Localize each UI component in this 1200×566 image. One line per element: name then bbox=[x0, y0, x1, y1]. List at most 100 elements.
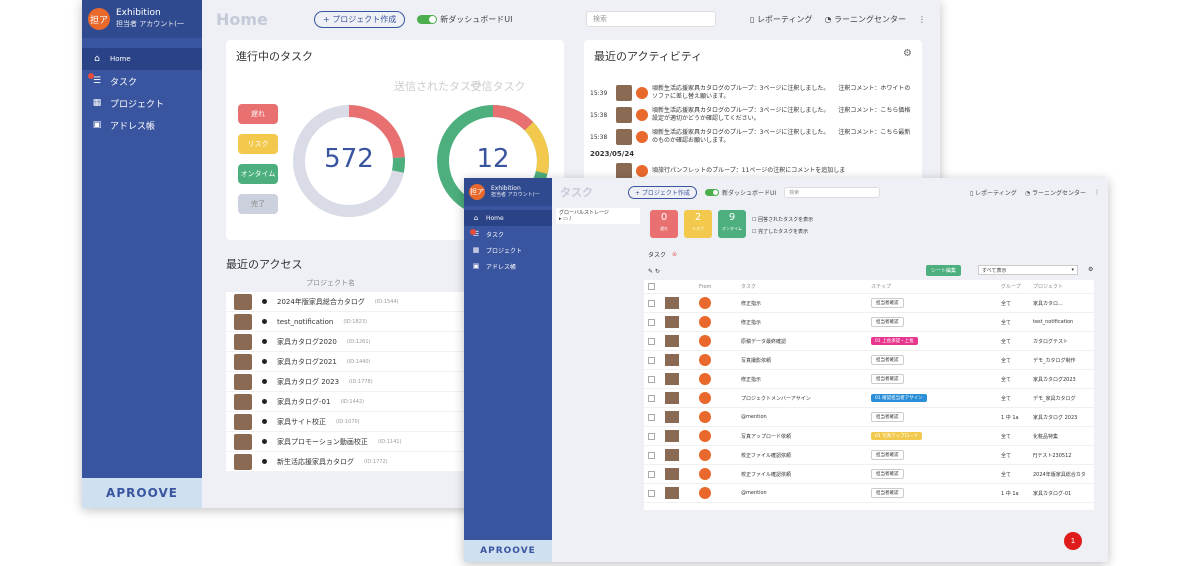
row-checkbox[interactable] bbox=[648, 470, 655, 478]
row-checkbox[interactable] bbox=[648, 451, 655, 459]
toggle-switch[interactable] bbox=[417, 14, 438, 24]
activity-list: 15:39 頃新生活応援家具カタログのプループ：3ページに注釈しました。 注釈コメ… bbox=[584, 82, 922, 182]
sheet-edit-button[interactable]: シート編集 bbox=[926, 265, 962, 276]
more-menu-icon[interactable]: ⋮ bbox=[918, 15, 926, 24]
account-switcher[interactable]: 担ア Exhibition 担当者 アカウント(一 bbox=[82, 0, 202, 38]
add-task-icon[interactable]: ⊕ bbox=[672, 251, 677, 258]
thumbnail bbox=[234, 353, 252, 370]
reporting-link[interactable]: ▯ レポーティング bbox=[970, 188, 1017, 197]
create-project-button[interactable]: + プロジェクト作成 bbox=[314, 10, 406, 28]
activity-card: 最近のアクティビティ ⚙ 15:39 頃新生活応援家具カタログのプループ：3ページ… bbox=[584, 40, 922, 190]
sidebar-item-label: アドレス帳 bbox=[110, 121, 156, 132]
filter-select[interactable]: すべて表示 ▾ bbox=[978, 265, 1078, 275]
counter-0[interactable]: 0 遅れ bbox=[650, 210, 678, 238]
table-row[interactable]: 修正指示 担当者確認 全て 家具カタログ2023 bbox=[644, 370, 1094, 389]
sidebar-item-3[interactable]: ▣ アドレス帳 bbox=[464, 258, 552, 274]
sidebar-item-2[interactable]: ▦ プロジェクト bbox=[82, 92, 202, 114]
sidebar-item-2[interactable]: ▦ プロジェクト bbox=[464, 242, 552, 258]
row-checkbox[interactable] bbox=[648, 318, 655, 326]
table-row[interactable]: プロジェクトメンバーアサイン 01 確認担当者アサイン 全て デモ_家具カタログ bbox=[644, 389, 1094, 408]
group-cell: 全て bbox=[1001, 452, 1012, 459]
bullet bbox=[262, 419, 267, 424]
reporting-link[interactable]: ▯ レポーティング bbox=[750, 14, 812, 25]
edit-refresh-icons[interactable]: ✎ ↻ bbox=[648, 268, 660, 275]
search-input[interactable]: 検索 bbox=[784, 186, 881, 198]
table-row[interactable]: 写真撮影依頼 担当者確認 全て デモ_カタログ制作 bbox=[644, 351, 1094, 370]
account-switcher[interactable]: 担ア Exhibition 担当者 アカウント(一 bbox=[464, 178, 552, 206]
table-row[interactable]: @mention 担当者確認 1 中 1a 家具カタログ-01 bbox=[644, 484, 1094, 503]
chevron-down-icon: ▾ bbox=[1071, 267, 1074, 273]
from-avatar bbox=[699, 316, 711, 328]
task-section-title: タスク bbox=[648, 252, 667, 259]
toggle-label: 新ダッシュボードUI bbox=[440, 14, 513, 24]
row-checkbox[interactable] bbox=[648, 432, 655, 440]
from-avatar bbox=[699, 468, 711, 480]
tree-child[interactable]: ▸ ▭ / bbox=[559, 216, 637, 222]
app-title: Exhibition bbox=[491, 185, 521, 192]
legend-0[interactable]: 遅れ bbox=[238, 104, 278, 124]
column-header[interactable]: グループ bbox=[1001, 283, 1033, 290]
sidebar-nav: ⌂ Home ☰ タスク ▦ プロジェクト ▣ アドレス帳 bbox=[464, 210, 552, 274]
toggle-switch[interactable] bbox=[704, 188, 719, 196]
row-checkbox[interactable] bbox=[648, 337, 655, 345]
row-checkbox[interactable] bbox=[648, 375, 655, 383]
learning-center-link[interactable]: ◔ ラーニングセンター bbox=[824, 14, 906, 25]
sidebar-item-0[interactable]: ⌂ Home bbox=[464, 210, 552, 226]
step-cell: 01 上長承認・上長 bbox=[871, 337, 1001, 345]
row-checkbox[interactable] bbox=[648, 356, 655, 364]
counter-1[interactable]: 2 リスク bbox=[684, 210, 712, 238]
checkbox-row[interactable]: ☐ 回答されたタスクを表示 bbox=[752, 214, 813, 226]
legend-2[interactable]: オンタイム bbox=[238, 164, 278, 184]
legend-1[interactable]: リスク bbox=[238, 134, 278, 154]
from-avatar bbox=[699, 487, 711, 499]
column-header[interactable]: タスク bbox=[741, 283, 871, 290]
table-row[interactable]: @mention 担当者確認 1 中 1a 家具カタログ 2023 bbox=[644, 408, 1094, 427]
settings-gear-icon[interactable]: ⚙ bbox=[903, 48, 912, 59]
settings-gear-icon[interactable]: ⚙ bbox=[1088, 266, 1093, 273]
activity-row[interactable]: 15:39 頃新生活応援家具カタログのプループ：3ページに注釈しました。 注釈コメ… bbox=[584, 82, 922, 104]
learning-center-link[interactable]: ◔ ラーニングセンター bbox=[1025, 188, 1086, 197]
from-avatar bbox=[699, 335, 711, 347]
create-project-button[interactable]: + プロジェクト作成 bbox=[628, 185, 697, 199]
report-icon: ▯ bbox=[969, 189, 974, 197]
legend-3[interactable]: 完了 bbox=[238, 194, 278, 214]
group-cell: 全て bbox=[1001, 338, 1012, 345]
row-checkbox[interactable] bbox=[648, 299, 655, 307]
table-row[interactable]: 校正ファイル確認依頼 担当者確認 全て 2024年版家具総合カタ bbox=[644, 465, 1094, 484]
sidebar-item-1[interactable]: ☰ タスク bbox=[82, 70, 202, 92]
column-header[interactable]: ステップ bbox=[871, 283, 1001, 290]
search-input[interactable]: 検索 bbox=[585, 11, 716, 27]
row-checkbox[interactable] bbox=[648, 489, 655, 497]
table-row[interactable]: 修正指示 担当者確認 全て 家具カタロ... bbox=[644, 294, 1094, 313]
row-checkbox[interactable] bbox=[648, 413, 655, 421]
notification-badge[interactable]: 1 bbox=[1064, 532, 1082, 550]
avatar: 担ア bbox=[469, 184, 485, 200]
sidebar-item-1[interactable]: ☰ タスク bbox=[464, 226, 552, 242]
checkbox-row[interactable]: ☐ 完了したタスクを表示 bbox=[752, 226, 813, 238]
sidebar-item-0[interactable]: ⌂ Home bbox=[82, 48, 202, 70]
select-all-checkbox[interactable] bbox=[648, 283, 655, 290]
table-row[interactable]: 校正ファイル確認依頼 担当者確認 全て FJテスト230512 bbox=[644, 446, 1094, 465]
storage-tree[interactable]: グローバルストレージ ▸ ▭ / bbox=[556, 208, 640, 224]
task-name: 修正指示 bbox=[741, 376, 762, 383]
bullet bbox=[262, 319, 267, 324]
activity-row[interactable]: 15:38 頃新生活応援家具カタログのプループ：3ページに注釈しました。 注釈コメ… bbox=[584, 104, 922, 126]
column-header[interactable]: プロジェクト bbox=[1033, 283, 1090, 290]
table-row[interactable]: 修正指示 担当者確認 全て test_notification bbox=[644, 313, 1094, 332]
activity-time: 15:38 bbox=[590, 133, 608, 141]
new-dashboard-toggle[interactable]: 新ダッシュボードUI bbox=[704, 188, 776, 197]
more-menu-icon[interactable]: ⋮ bbox=[1094, 189, 1100, 196]
table-row[interactable]: 原稿データ最終確認 01 上長承認・上長 全て カタログテスト bbox=[644, 332, 1094, 351]
thumbnail bbox=[234, 413, 252, 430]
row-checkbox[interactable] bbox=[648, 394, 655, 402]
column-header[interactable]: From bbox=[699, 284, 741, 290]
aproove-logo: APROOVE bbox=[464, 540, 552, 562]
new-dashboard-toggle[interactable]: 新ダッシュボードUI bbox=[417, 14, 512, 25]
activity-row[interactable]: 15:38 頃新生活応援家具カタログのプループ：3ページに注釈しました。 注釈コメ… bbox=[584, 126, 922, 148]
home-icon: ⌂ bbox=[473, 214, 479, 222]
sidebar-item-3[interactable]: ▣ アドレス帳 bbox=[82, 114, 202, 136]
activity-text: 頃新生活応援家具カタログのプループ：3ページに注釈しました。 注釈コメント：こち… bbox=[652, 107, 911, 122]
table-row[interactable]: 写真アップロード依頼 01 写真アップロード 全て 化粧品特集 bbox=[644, 427, 1094, 446]
project-cell: 化粧品特集 bbox=[1033, 433, 1059, 440]
counter-2[interactable]: 9 オンタイム bbox=[718, 210, 746, 238]
